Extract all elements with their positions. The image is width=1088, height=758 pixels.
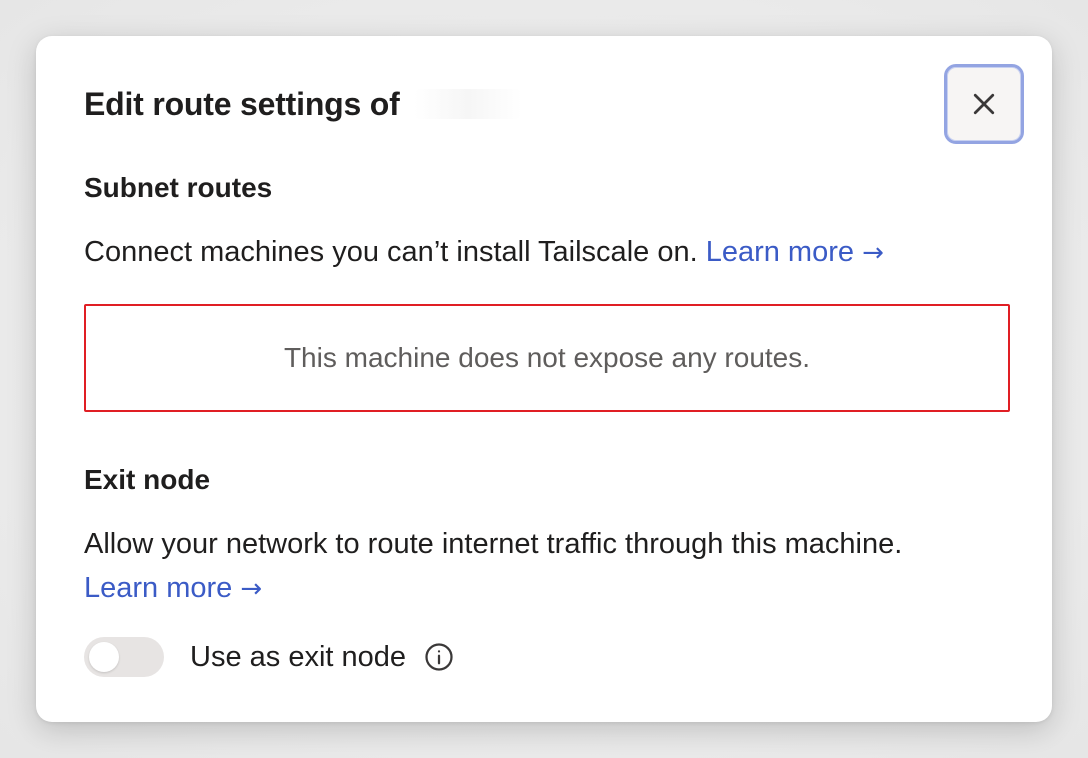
edit-route-settings-dialog: Edit route settings of Subnet routes Con…	[36, 36, 1052, 722]
subnet-routes-heading: Subnet routes	[84, 172, 273, 203]
redacted-machine-name	[413, 89, 522, 119]
exit-node-heading: Exit node	[84, 464, 211, 495]
exit-node-description: Allow your network to route internet tra…	[84, 522, 924, 611]
exit-node-learn-more-link[interactable]: Learn more →	[84, 572, 262, 604]
close-button[interactable]	[944, 64, 1024, 144]
subnet-routes-empty-state: This machine does not expose any routes.	[84, 304, 1010, 412]
exit-node-toggle-row: Use as exit node	[84, 634, 454, 680]
dialog-title-text: Edit route settings of	[84, 85, 400, 122]
exit-node-toggle[interactable]	[84, 637, 164, 677]
subnet-learn-more-label: Learn more	[705, 236, 855, 268]
close-icon	[973, 93, 995, 115]
info-icon[interactable]	[424, 642, 454, 672]
subnet-learn-more-link[interactable]: Learn more →	[706, 236, 884, 268]
dialog-header: Edit route settings of	[84, 64, 1024, 144]
dialog-title: Edit route settings of	[84, 86, 522, 123]
exit-node-description-text: Allow your network to route internet tra…	[84, 528, 903, 560]
arrow-right-icon: →	[240, 574, 263, 604]
subnet-routes-description: Connect machines you can’t install Tails…	[84, 230, 992, 275]
exit-node-toggle-label: Use as exit node	[190, 640, 407, 673]
subnet-routes-description-text: Connect machines you can’t install Tails…	[84, 236, 698, 268]
toggle-knob	[89, 642, 119, 672]
subnet-routes-empty-message: This machine does not expose any routes.	[283, 342, 811, 373]
arrow-right-icon: →	[862, 238, 884, 268]
exit-node-learn-more-label: Learn more	[84, 572, 233, 604]
